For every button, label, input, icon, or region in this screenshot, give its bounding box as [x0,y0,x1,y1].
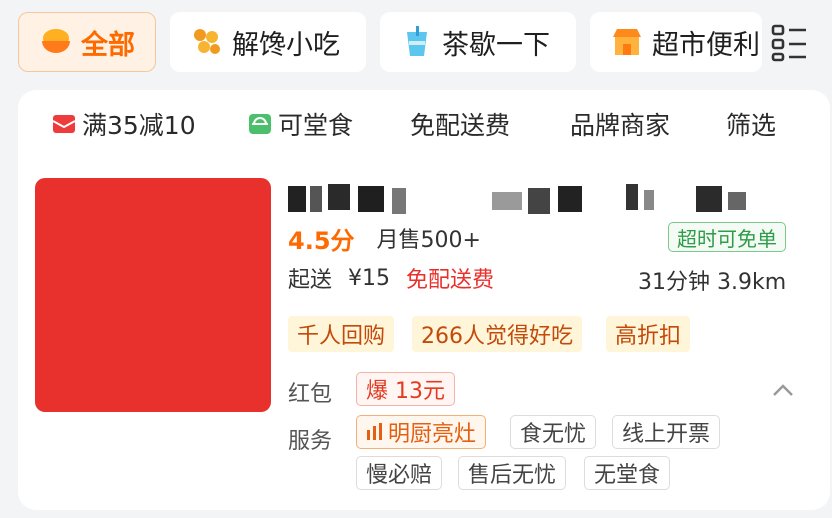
category-tab-all[interactable]: 全部 [18,12,156,72]
filter-bar: 满35减10 可堂食 免配送费 品牌商家 筛选 [18,90,830,160]
store-rating: 4.5分 [288,226,355,255]
highlight-tag: 高折扣 [606,316,691,352]
min-order-label: 起送 [288,268,333,293]
min-order-price: ¥15 [348,265,391,291]
delivery-eta: 31分钟 3.9km [638,270,787,295]
category-bar: 全部 解馋小吃 茶歇一下 超市便利 [0,0,832,86]
category-label: 解馋小吃 [232,29,340,61]
tea-cup-icon [407,26,427,56]
highlight-tag: 266人觉得好吃 [412,316,582,352]
filter-dine-in[interactable]: 可堂食 [248,106,353,142]
signal-bars-icon [367,423,382,440]
coupon-icon [52,115,76,133]
free-delivery-text: 免配送费 [406,268,495,293]
red-packet-label: 红包 [288,382,333,407]
open-kitchen-tag: 明厨亮灶 [356,415,487,449]
highlight-tag: 千人回购 [288,316,395,352]
filter-more[interactable]: 筛选 [726,106,776,142]
category-label: 茶歇一下 [442,29,550,61]
filter-label: 可堂食 [278,111,354,140]
service-tag: 无堂食 [584,456,671,490]
chevron-up-icon[interactable] [770,378,796,404]
service-tag: 食无忧 [510,415,597,449]
service-tag: 售后无忧 [458,456,567,490]
snack-skewer-icon [194,29,220,54]
category-label: 全部 [81,29,135,61]
filter-label: 满35减10 [82,111,196,140]
service-tag-label: 明厨亮灶 [388,422,477,447]
store-icon [613,29,641,55]
service-tag: 慢必赔 [356,456,443,490]
store-thumbnail[interactable] [35,178,271,412]
filter-label: 筛选 [726,111,777,140]
bowl-icon [42,29,70,53]
category-tab-tea[interactable]: 茶歇一下 [380,12,576,72]
monthly-sales: 月售500+ [376,228,481,253]
category-tab-market[interactable]: 超市便利 [590,12,762,72]
filter-label: 品牌商家 [570,111,671,140]
delivery-row: 起送 ¥15 免配送费 [288,262,494,294]
service-label: 服务 [288,429,333,454]
category-tab-snacks[interactable]: 解馋小吃 [170,12,366,72]
rating-row: 4.5分 月售500+ [288,222,481,255]
filter-free-delivery[interactable]: 免配送费 [410,106,510,142]
store-card[interactable]: 满35减10 可堂食 免配送费 品牌商家 筛选 4.5分 月售500+ 超时可免… [18,90,830,510]
filter-discount[interactable]: 满35减10 [52,106,196,142]
list-menu-icon[interactable] [770,20,810,64]
store-name-redacted[interactable] [288,184,788,216]
filter-brand[interactable]: 品牌商家 [570,106,670,142]
overtime-free-badge: 超时可免单 [668,222,786,252]
dine-in-icon [249,114,271,134]
category-label: 超市便利 [652,29,760,61]
service-tag: 线上开票 [612,415,721,449]
red-packet-coupon[interactable]: 爆 13元 [356,372,455,406]
filter-label: 免配送费 [410,111,511,140]
